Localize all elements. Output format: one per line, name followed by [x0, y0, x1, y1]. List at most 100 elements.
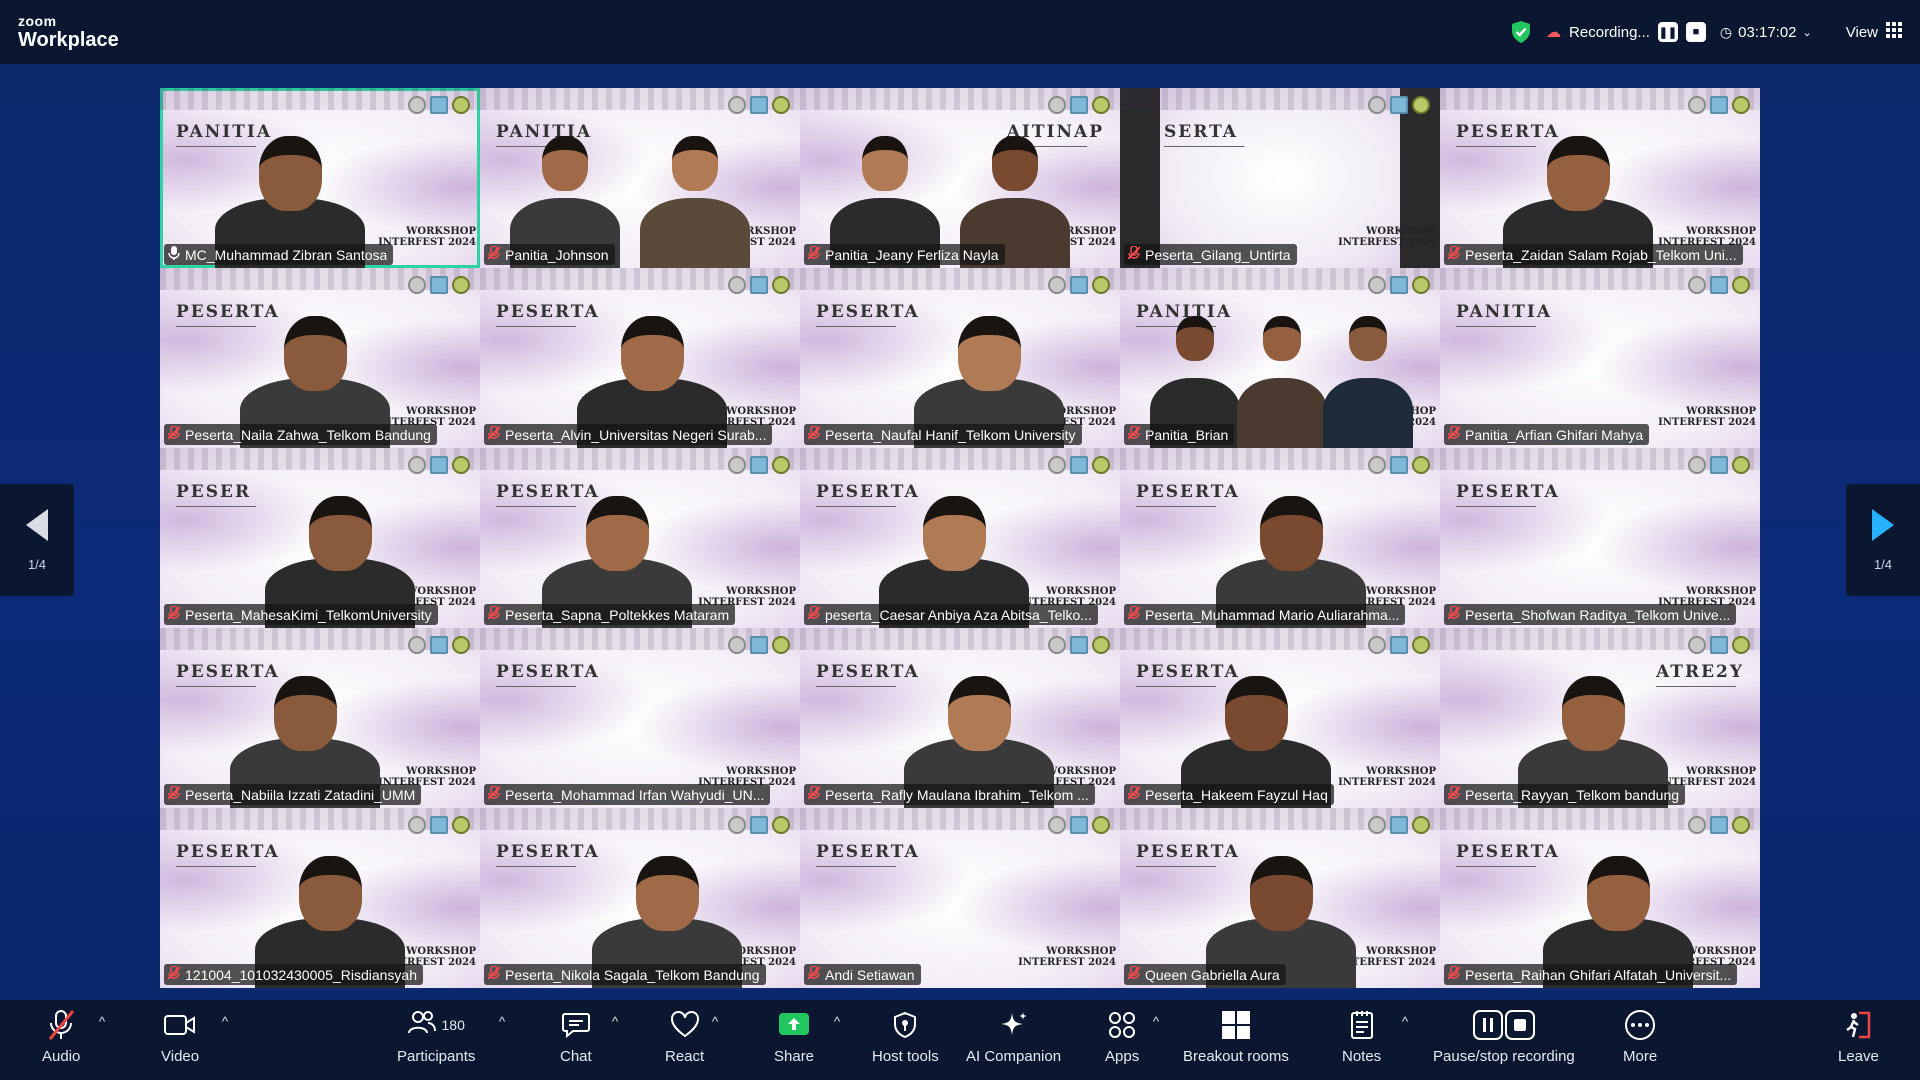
video-tile[interactable]: PANITIA WORKSHOP INTERFEST 2024 Panitia_Arf…	[1440, 268, 1760, 448]
watermark-line1: WORKSHOP	[406, 226, 476, 237]
video-tile[interactable]: PESERTA WORKSHOP INTERFEST 2024 peserta_Cae…	[800, 448, 1120, 628]
video-tile[interactable]: PESER WORKSHOP INTERFEST 2024 Peserta_Mahes…	[160, 448, 480, 628]
arrow-right-icon	[1872, 508, 1894, 541]
more-button[interactable]: More	[1623, 1008, 1657, 1065]
participants-options-caret-icon[interactable]: ^	[499, 1014, 505, 1029]
pause-recording-icon[interactable]: ❚❚	[1657, 22, 1678, 42]
video-tile[interactable]: PESERTA WORKSHOP INTERFEST 2024 Peserta_Alv…	[480, 268, 800, 448]
apps-button[interactable]: Apps	[1105, 1008, 1139, 1065]
video-tile[interactable]: SERTA WORKSHOP INTERFEST 2024 Peserta_Gilan…	[1120, 88, 1440, 268]
event-logos	[408, 636, 470, 654]
meeting-toolbar: Audio ^ Video ^ 180 Participants ^ Chat …	[0, 1000, 1920, 1080]
view-button[interactable]: View	[1846, 22, 1902, 42]
participant-name-tag: Peserta_Gilang_Untirta	[1124, 244, 1297, 265]
participant-head	[1224, 676, 1288, 751]
video-tile[interactable]: PESERTA WORKSHOP INTERFEST 2024 Peserta_Nau…	[800, 268, 1120, 448]
video-tile[interactable]: AITINAPWORKSHOPINTERFEST 2024Panitia_Jea…	[800, 88, 1120, 268]
video-tile[interactable]: PESERTA WORKSHOP INTERFEST 2024 Peserta_Muh…	[1120, 448, 1440, 628]
role-label: PESERTA	[816, 842, 920, 867]
video-tile[interactable]: PESERTA WORKSHOP INTERFEST 2024 Peserta_Nik…	[480, 808, 800, 988]
participant-name: Peserta_Mohammad Irfan Wahyudi_UN...	[505, 786, 765, 803]
participant-head	[258, 136, 322, 211]
recording-label: Recording...	[1569, 23, 1650, 41]
role-label: PESER	[176, 482, 256, 507]
logo-icon	[772, 456, 790, 474]
video-tile[interactable]: PESERTA WORKSHOP INTERFEST 2024 Andi Setiaw…	[800, 808, 1120, 988]
video-tile[interactable]: PESERTA WORKSHOP INTERFEST 2024 Peserta_Raf…	[800, 628, 1120, 808]
next-page-button[interactable]: 1/4	[1846, 484, 1920, 596]
watermark-line1: WORKSHOP	[1686, 586, 1756, 597]
event-logos	[408, 816, 470, 834]
notes-button[interactable]: Notes	[1342, 1008, 1381, 1065]
role-label: PESERTA	[1456, 482, 1560, 507]
video-tile[interactable]: PESERTA WORKSHOP INTERFEST 2024 121004_1010…	[160, 808, 480, 988]
stop-recording-icon[interactable]: ■	[1685, 22, 1706, 42]
logo-icon	[1390, 96, 1408, 114]
video-button[interactable]: Video	[161, 1008, 199, 1065]
workshop-watermark: WORKSHOPINTERFEST 2024	[1018, 946, 1116, 968]
video-tile[interactable]: PESERTA WORKSHOP INTERFEST 2024 Queen Gabri…	[1120, 808, 1440, 988]
meeting-timer[interactable]: ◷ 03:17:02 ⌄	[1720, 24, 1812, 41]
audio-options-caret-icon[interactable]: ^	[99, 1014, 105, 1029]
chat-label: Chat	[560, 1048, 592, 1065]
participant-head	[957, 316, 1021, 391]
share-button[interactable]: Share	[774, 1008, 814, 1065]
breakout-rooms-button[interactable]: Breakout rooms	[1183, 1008, 1289, 1065]
logo-icon	[408, 816, 426, 834]
video-tile[interactable]: PESERTA WORKSHOP INTERFEST 2024 Peserta_Rai…	[1440, 808, 1760, 988]
video-options-caret-icon[interactable]: ^	[222, 1014, 228, 1029]
video-tile[interactable]: PESERTA WORKSHOP INTERFEST 2024 Peserta_Sho…	[1440, 448, 1760, 628]
recording-status[interactable]: ☁ Recording... ❚❚ ■	[1546, 22, 1706, 42]
video-tile[interactable]: ATRE2Y WORKSHOP INTERFEST 2024 Peserta_Rayy…	[1440, 628, 1760, 808]
watermark-line1: WORKSHOP	[726, 586, 796, 597]
share-options-caret-icon[interactable]: ^	[834, 1014, 840, 1029]
video-tile[interactable]: PESERTA WORKSHOP INTERFEST 2024 Peserta_Nai…	[160, 268, 480, 448]
chat-options-caret-icon[interactable]: ^	[612, 1014, 618, 1029]
event-logos	[728, 276, 790, 294]
breakout-rooms-icon	[1221, 1008, 1251, 1042]
video-tile[interactable]: PESERTA WORKSHOP INTERFEST 2024 Peserta_Sap…	[480, 448, 800, 628]
audio-button[interactable]: Audio	[42, 1008, 80, 1065]
notes-options-caret-icon[interactable]: ^	[1402, 1014, 1408, 1029]
participant-name: Peserta_MahesaKimi_TelkomUniversity	[185, 606, 432, 623]
participants-button[interactable]: 180 Participants	[397, 1008, 475, 1065]
host-tools-button[interactable]: Host tools	[872, 1008, 939, 1065]
leave-button[interactable]: Leave	[1838, 1008, 1879, 1065]
participant-video	[1323, 298, 1414, 448]
react-button[interactable]: React	[665, 1008, 704, 1065]
logo-icon	[1092, 636, 1110, 654]
video-tile[interactable]: PANITIA WORKSHOP INTERFEST 2024 MC_Muhammad…	[160, 88, 480, 268]
previous-page-button[interactable]: 1/4	[0, 484, 74, 596]
participant-head	[922, 496, 986, 571]
logo-icon	[1070, 276, 1088, 294]
participant-name: Peserta_Muhammad Mario Auliarahma...	[1145, 606, 1400, 623]
video-tile[interactable]: PESERTA WORKSHOP INTERFEST 2024 Peserta_Nab…	[160, 628, 480, 808]
more-label: More	[1623, 1048, 1658, 1065]
participant-head	[947, 676, 1011, 751]
encryption-shield-icon[interactable]	[1510, 20, 1532, 44]
react-options-caret-icon[interactable]: ^	[712, 1014, 718, 1029]
pause-stop-recording-button[interactable]: Pause/stop recording	[1433, 1008, 1575, 1065]
video-tile[interactable]: PESERTA WORKSHOP INTERFEST 2024 Peserta_Zai…	[1440, 88, 1760, 268]
chat-button[interactable]: Chat	[560, 1008, 592, 1065]
video-camera-icon	[163, 1008, 197, 1042]
logo-icon	[1710, 816, 1728, 834]
participant-name: Peserta_Gilang_Untirta	[1145, 246, 1291, 263]
mic-muted-icon	[807, 605, 821, 623]
logo-icon	[430, 816, 448, 834]
logo-icon	[1688, 636, 1706, 654]
logo-icon	[1412, 276, 1430, 294]
ai-companion-button[interactable]: AI Companion	[966, 1008, 1061, 1065]
participant-head	[1249, 856, 1313, 931]
video-tile[interactable]: PESERTA WORKSHOP INTERFEST 2024 Peserta_Hak…	[1120, 628, 1440, 808]
participant-name: Panitia_Johnson	[505, 246, 609, 263]
participant-head	[991, 136, 1039, 191]
video-tile[interactable]: PANITIAWORKSHOPINTERFEST 2024Panitia_Bri…	[1120, 268, 1440, 448]
video-tile[interactable]: PESERTA WORKSHOP INTERFEST 2024 Peserta_Moh…	[480, 628, 800, 808]
logo-icon	[1688, 276, 1706, 294]
apps-options-caret-icon[interactable]: ^	[1153, 1014, 1159, 1029]
workshop-watermark: WORKSHOPINTERFEST 2024	[1338, 766, 1436, 788]
role-label: PANITIA	[1456, 302, 1552, 327]
mic-muted-icon	[807, 425, 821, 443]
video-tile[interactable]: PANITIAWORKSHOPINTERFEST 2024Panitia_Joh…	[480, 88, 800, 268]
